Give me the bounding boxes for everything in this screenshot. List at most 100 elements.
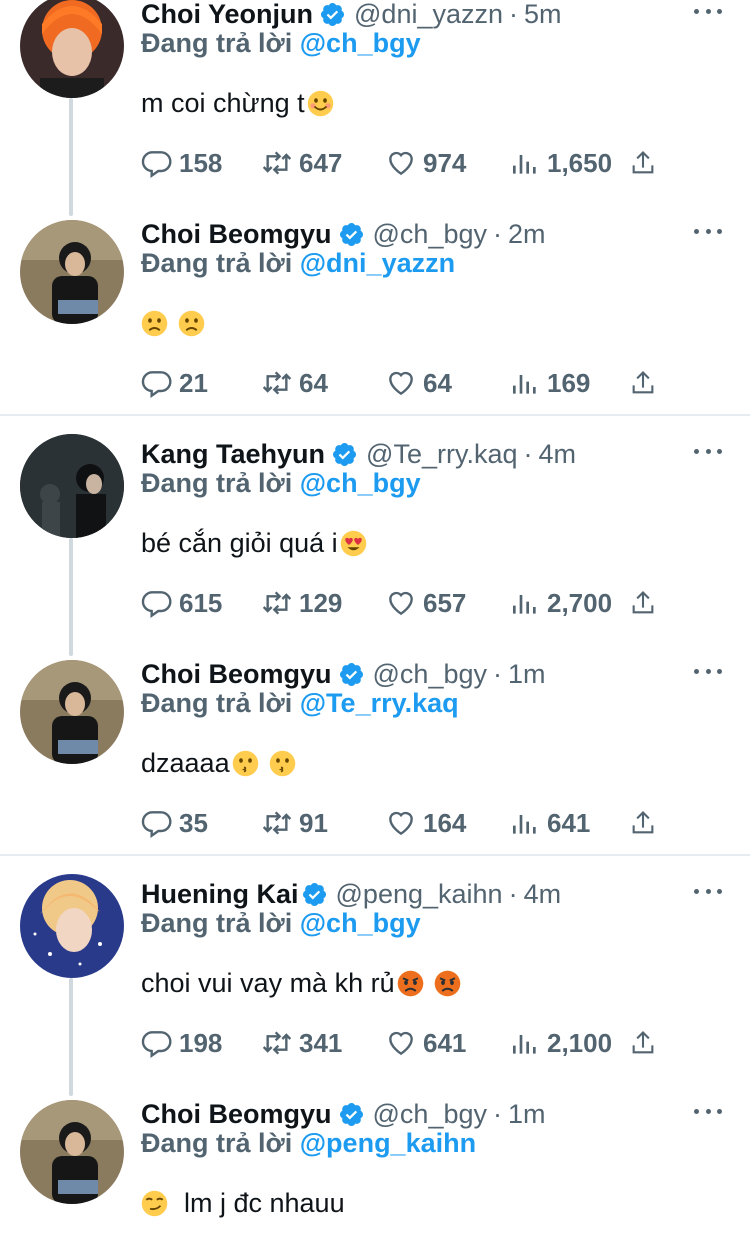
verified-badge-icon xyxy=(302,882,326,906)
like-button[interactable]: 64 xyxy=(385,366,452,400)
more-options-icon[interactable] xyxy=(694,880,722,902)
handle[interactable]: @Te_rry.kaq xyxy=(366,439,517,470)
thread-divider xyxy=(0,854,750,856)
views-chart-icon xyxy=(513,1035,536,1054)
reply-button[interactable]: 21 xyxy=(141,366,208,400)
avatar[interactable] xyxy=(20,874,124,978)
tweet-text: m coi chừng t xyxy=(141,86,334,120)
display-name[interactable]: Choi Yeonjun xyxy=(141,0,313,30)
views-button[interactable]: 2,100 xyxy=(509,1026,612,1060)
share-button[interactable] xyxy=(629,366,661,400)
retweet-count: 64 xyxy=(299,367,328,398)
retweet-button[interactable]: 129 xyxy=(261,586,342,620)
more-options-icon[interactable] xyxy=(694,440,722,462)
tweet[interactable]: Choi Beomgyu @ch_bgy · 1m Đang trả lời @… xyxy=(0,1098,750,1247)
timestamp[interactable]: 5m xyxy=(524,0,562,30)
views-count: 1,650 xyxy=(547,147,613,178)
share-button[interactable] xyxy=(629,146,661,180)
mention-link[interactable]: @peng_kaihn xyxy=(300,1128,476,1158)
avatar[interactable] xyxy=(20,660,124,764)
replying-prefix: Đang trả lời xyxy=(141,468,293,498)
more-options-icon[interactable] xyxy=(694,660,722,682)
handle[interactable]: @peng_kaihn xyxy=(336,879,503,910)
reply-button[interactable]: 615 xyxy=(141,586,222,620)
retweet-button[interactable]: 341 xyxy=(261,1026,342,1060)
retweet-button[interactable]: 91 xyxy=(261,806,328,840)
display-name[interactable]: Huening Kai xyxy=(141,879,299,910)
retweet-icon xyxy=(262,371,292,395)
reply-button[interactable]: 35 xyxy=(141,806,208,840)
tweet-header: Kang Taehyun @Te_rry.kaq · 4m xyxy=(141,436,576,472)
tweet-text: lm j đc nhauu xyxy=(141,1186,345,1220)
timestamp[interactable]: 4m xyxy=(524,879,562,910)
avatar[interactable] xyxy=(20,220,124,324)
tweet[interactable]: Kang Taehyun @Te_rry.kaq · 4m Đang trả l… xyxy=(0,434,750,660)
mention-link[interactable]: @ch_bgy xyxy=(300,468,421,498)
mention-link[interactable]: @dni_yazzn xyxy=(300,248,455,278)
tweet[interactable]: Choi Beomgyu @ch_bgy · 1m Đang trả lời @… xyxy=(0,658,750,880)
like-button[interactable]: 164 xyxy=(385,806,466,840)
views-chart-icon xyxy=(513,595,536,614)
views-button[interactable]: 169 xyxy=(509,366,590,400)
reply-icon xyxy=(141,811,172,838)
reply-icon xyxy=(141,1031,172,1058)
separator-dot: · xyxy=(493,658,502,689)
action-bar: 35 91 164 641 xyxy=(141,806,701,840)
more-options-icon[interactable] xyxy=(694,1100,722,1122)
display-name[interactable]: Choi Beomgyu xyxy=(141,659,332,690)
reply-button[interactable]: 198 xyxy=(141,1026,222,1060)
handle[interactable]: @ch_bgy xyxy=(373,1099,487,1130)
timestamp[interactable]: 4m xyxy=(538,439,576,470)
retweet-button[interactable]: 64 xyxy=(261,366,328,400)
retweet-button[interactable]: 647 xyxy=(261,146,342,180)
timestamp[interactable]: 1m xyxy=(508,1099,546,1130)
like-button[interactable]: 641 xyxy=(385,1026,466,1060)
separator-dot: · xyxy=(493,1098,502,1129)
mention-link[interactable]: @ch_bgy xyxy=(300,28,421,58)
avatar[interactable] xyxy=(20,1100,124,1204)
retweet-count: 341 xyxy=(299,1027,343,1058)
tweet[interactable]: Choi Yeonjun @dni_yazzn · 5m Đang trả lờ… xyxy=(0,0,750,220)
more-options-icon[interactable] xyxy=(694,0,722,22)
retweet-icon xyxy=(262,591,292,615)
more-options-icon[interactable] xyxy=(694,220,722,242)
handle[interactable]: @ch_bgy xyxy=(373,659,487,690)
display-name[interactable]: Kang Taehyun xyxy=(141,439,325,470)
display-name[interactable]: Choi Beomgyu xyxy=(141,219,332,250)
separator-dot: · xyxy=(509,0,519,29)
views-count: 2,700 xyxy=(547,587,613,618)
tweet-header: Huening Kai @peng_kaihn · 4m xyxy=(141,876,561,912)
retweet-icon xyxy=(262,151,292,175)
like-button[interactable]: 974 xyxy=(385,146,466,180)
retweet-count: 129 xyxy=(299,587,343,618)
tweet[interactable]: Choi Beomgyu @ch_bgy · 2m Đang trả lời @… xyxy=(0,219,750,440)
like-button[interactable]: 657 xyxy=(385,586,466,620)
handle[interactable]: @ch_bgy xyxy=(373,219,487,250)
timestamp[interactable]: 1m xyxy=(508,659,546,690)
avatar[interactable] xyxy=(20,0,124,98)
replying-to: Đang trả lời @ch_bgy xyxy=(141,28,421,59)
views-chart-icon xyxy=(513,815,536,834)
mention-link[interactable]: @Te_rry.kaq xyxy=(300,688,459,718)
like-count: 974 xyxy=(423,147,467,178)
tweet-text: dzaaaa xyxy=(141,746,296,780)
mention-link[interactable]: @ch_bgy xyxy=(300,908,421,938)
handle[interactable]: @dni_yazzn xyxy=(354,0,503,30)
avatar[interactable] xyxy=(20,434,124,538)
views-button[interactable]: 1,650 xyxy=(509,146,612,180)
reply-count: 615 xyxy=(179,587,223,618)
replying-prefix: Đang trả lời xyxy=(141,908,293,938)
share-button[interactable] xyxy=(629,806,661,840)
tweet[interactable]: Huening Kai @peng_kaihn · 4m Đang trả lờ… xyxy=(0,874,750,1100)
replying-to: Đang trả lời @ch_bgy xyxy=(141,468,421,499)
display-name[interactable]: Choi Beomgyu xyxy=(141,1099,332,1130)
share-button[interactable] xyxy=(629,586,661,620)
views-button[interactable]: 2,700 xyxy=(509,586,612,620)
action-bar: 615 129 657 2,700 xyxy=(141,586,701,620)
share-button[interactable] xyxy=(629,1026,661,1060)
tweet-text xyxy=(141,306,205,340)
reply-button[interactable]: 158 xyxy=(141,146,222,180)
replying-prefix: Đang trả lời xyxy=(141,28,293,58)
timestamp[interactable]: 2m xyxy=(508,219,546,250)
views-button[interactable]: 641 xyxy=(509,806,590,840)
